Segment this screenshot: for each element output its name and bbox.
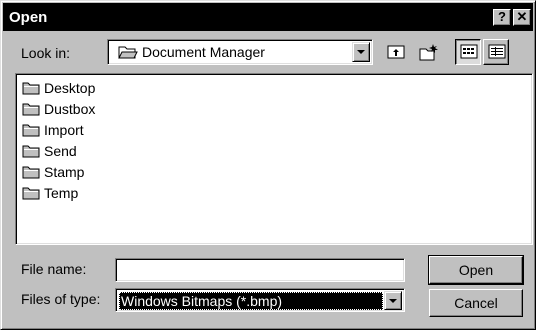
window-title: Open (9, 9, 48, 26)
list-item-label: Stamp (44, 164, 85, 180)
list-item[interactable]: Stamp (22, 162, 84, 182)
look-in-label: Look in: (21, 45, 71, 61)
file-type-value: Windows Bitmaps (*.bmp) (119, 292, 383, 310)
folder-icon (22, 187, 40, 200)
list-item-label: Send (44, 143, 77, 159)
new-folder-icon (419, 44, 438, 61)
folder-icon (22, 166, 40, 179)
up-one-level-button[interactable] (383, 39, 409, 65)
folder-icon (22, 82, 40, 95)
help-button[interactable]: ? (493, 9, 511, 26)
close-button[interactable]: ✕ (513, 9, 531, 26)
file-type-dropdown-button[interactable] (384, 291, 402, 310)
folder-icon (22, 103, 40, 116)
look-in-value: Document Manager (142, 44, 265, 60)
list-view-button[interactable] (455, 39, 481, 65)
open-dialog: Open ? ✕ Look in: Document Manager Deskt… (0, 0, 536, 330)
chevron-down-icon (389, 299, 397, 303)
open-folder-icon (118, 44, 138, 63)
file-name-label: File name: (21, 261, 87, 277)
list-item[interactable]: Dustbox (22, 99, 95, 119)
up-one-level-icon (387, 45, 405, 59)
list-item-label: Temp (44, 185, 79, 201)
new-folder-button[interactable] (415, 39, 441, 65)
file-type-combo[interactable]: Windows Bitmaps (*.bmp) (115, 288, 405, 312)
folder-icon (22, 124, 40, 137)
look-in-combo[interactable]: Document Manager (107, 39, 373, 65)
cancel-button[interactable]: Cancel (429, 289, 523, 317)
list-item-label: Import (44, 122, 84, 138)
list-view-icon (460, 44, 478, 59)
file-type-label: Files of type: (21, 291, 101, 307)
file-name-input[interactable] (115, 258, 405, 282)
chevron-down-icon (357, 50, 365, 54)
list-item[interactable]: Send (22, 141, 77, 161)
title-bar[interactable]: Open ? ✕ (3, 3, 533, 31)
file-list[interactable]: Desktop Dustbox Import Send Stamp Temp (15, 73, 533, 245)
look-in-dropdown-button[interactable] (352, 42, 370, 62)
list-item-label: Desktop (44, 80, 96, 96)
list-item[interactable]: Import (22, 120, 84, 140)
list-item-label: Dustbox (44, 101, 96, 117)
details-view-icon (488, 44, 506, 59)
details-view-button[interactable] (483, 39, 509, 65)
folder-icon (22, 145, 40, 158)
list-item[interactable]: Desktop (22, 78, 95, 98)
open-button[interactable]: Open (428, 255, 524, 285)
list-item[interactable]: Temp (22, 183, 78, 203)
